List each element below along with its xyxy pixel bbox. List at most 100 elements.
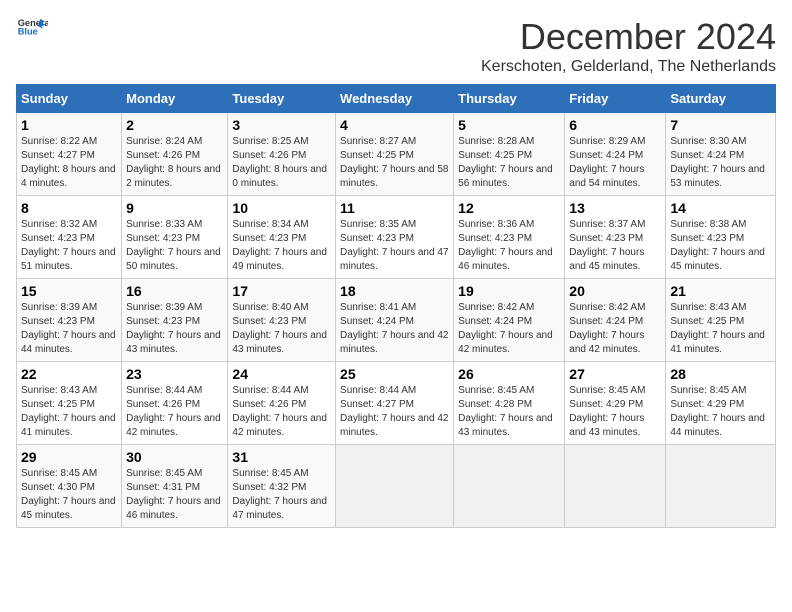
daylight-text: Daylight: 7 hours and 44 minutes. bbox=[670, 413, 765, 438]
day-number: 31 bbox=[232, 449, 331, 465]
day-number: 15 bbox=[21, 283, 117, 299]
col-saturday: Saturday bbox=[666, 85, 776, 113]
table-row: 20 Sunrise: 8:42 AM Sunset: 4:24 PM Dayl… bbox=[565, 279, 666, 362]
day-number: 23 bbox=[126, 366, 223, 382]
daylight-text: Daylight: 7 hours and 43 minutes. bbox=[458, 413, 553, 438]
table-row: 16 Sunrise: 8:39 AM Sunset: 4:23 PM Dayl… bbox=[122, 279, 228, 362]
day-number: 21 bbox=[670, 283, 771, 299]
table-row bbox=[666, 445, 776, 528]
col-tuesday: Tuesday bbox=[228, 85, 336, 113]
calendar-week-row: 8 Sunrise: 8:32 AM Sunset: 4:23 PM Dayli… bbox=[17, 196, 776, 279]
sunset-text: Sunset: 4:25 PM bbox=[340, 150, 414, 161]
col-friday: Friday bbox=[565, 85, 666, 113]
sunset-text: Sunset: 4:27 PM bbox=[21, 150, 95, 161]
table-row: 30 Sunrise: 8:45 AM Sunset: 4:31 PM Dayl… bbox=[122, 445, 228, 528]
day-info: Sunrise: 8:39 AM Sunset: 4:23 PM Dayligh… bbox=[21, 301, 117, 357]
day-info: Sunrise: 8:45 AM Sunset: 4:32 PM Dayligh… bbox=[232, 467, 331, 523]
day-number: 11 bbox=[340, 200, 449, 216]
daylight-text: Daylight: 7 hours and 47 minutes. bbox=[340, 247, 448, 272]
sunrise-text: Sunrise: 8:43 AM bbox=[21, 385, 97, 396]
day-info: Sunrise: 8:42 AM Sunset: 4:24 PM Dayligh… bbox=[569, 301, 661, 357]
daylight-text: Daylight: 7 hours and 45 minutes. bbox=[569, 247, 644, 272]
sunset-text: Sunset: 4:23 PM bbox=[340, 233, 414, 244]
sunrise-text: Sunrise: 8:45 AM bbox=[458, 385, 534, 396]
day-info: Sunrise: 8:30 AM Sunset: 4:24 PM Dayligh… bbox=[670, 135, 771, 191]
sunset-text: Sunset: 4:25 PM bbox=[21, 399, 95, 410]
daylight-text: Daylight: 7 hours and 54 minutes. bbox=[569, 164, 644, 189]
daylight-text: Daylight: 7 hours and 41 minutes. bbox=[670, 330, 765, 355]
table-row: 11 Sunrise: 8:35 AM Sunset: 4:23 PM Dayl… bbox=[336, 196, 454, 279]
sunset-text: Sunset: 4:23 PM bbox=[21, 316, 95, 327]
sunset-text: Sunset: 4:24 PM bbox=[340, 316, 414, 327]
table-row: 29 Sunrise: 8:45 AM Sunset: 4:30 PM Dayl… bbox=[17, 445, 122, 528]
sunset-text: Sunset: 4:23 PM bbox=[232, 233, 306, 244]
header-row: Sunday Monday Tuesday Wednesday Thursday… bbox=[17, 85, 776, 113]
daylight-text: Daylight: 7 hours and 41 minutes. bbox=[21, 413, 116, 438]
calendar-week-row: 1 Sunrise: 8:22 AM Sunset: 4:27 PM Dayli… bbox=[17, 113, 776, 196]
daylight-text: Daylight: 7 hours and 50 minutes. bbox=[126, 247, 221, 272]
day-number: 27 bbox=[569, 366, 661, 382]
day-info: Sunrise: 8:43 AM Sunset: 4:25 PM Dayligh… bbox=[670, 301, 771, 357]
day-number: 12 bbox=[458, 200, 560, 216]
day-info: Sunrise: 8:45 AM Sunset: 4:29 PM Dayligh… bbox=[670, 384, 771, 440]
table-row: 27 Sunrise: 8:45 AM Sunset: 4:29 PM Dayl… bbox=[565, 362, 666, 445]
day-number: 22 bbox=[21, 366, 117, 382]
sunrise-text: Sunrise: 8:45 AM bbox=[232, 468, 308, 479]
day-number: 7 bbox=[670, 117, 771, 133]
sunrise-text: Sunrise: 8:39 AM bbox=[126, 302, 202, 313]
table-row: 15 Sunrise: 8:39 AM Sunset: 4:23 PM Dayl… bbox=[17, 279, 122, 362]
day-number: 10 bbox=[232, 200, 331, 216]
day-number: 26 bbox=[458, 366, 560, 382]
daylight-text: Daylight: 7 hours and 45 minutes. bbox=[670, 247, 765, 272]
day-info: Sunrise: 8:35 AM Sunset: 4:23 PM Dayligh… bbox=[340, 218, 449, 274]
daylight-text: Daylight: 7 hours and 42 minutes. bbox=[340, 330, 448, 355]
day-info: Sunrise: 8:27 AM Sunset: 4:25 PM Dayligh… bbox=[340, 135, 449, 191]
day-info: Sunrise: 8:36 AM Sunset: 4:23 PM Dayligh… bbox=[458, 218, 560, 274]
daylight-text: Daylight: 7 hours and 43 minutes. bbox=[126, 330, 221, 355]
table-row: 25 Sunrise: 8:44 AM Sunset: 4:27 PM Dayl… bbox=[336, 362, 454, 445]
table-row: 8 Sunrise: 8:32 AM Sunset: 4:23 PM Dayli… bbox=[17, 196, 122, 279]
day-info: Sunrise: 8:44 AM Sunset: 4:27 PM Dayligh… bbox=[340, 384, 449, 440]
daylight-text: Daylight: 7 hours and 49 minutes. bbox=[232, 247, 327, 272]
sunrise-text: Sunrise: 8:35 AM bbox=[340, 219, 416, 230]
table-row: 28 Sunrise: 8:45 AM Sunset: 4:29 PM Dayl… bbox=[666, 362, 776, 445]
day-number: 29 bbox=[21, 449, 117, 465]
sunrise-text: Sunrise: 8:32 AM bbox=[21, 219, 97, 230]
sunset-text: Sunset: 4:24 PM bbox=[569, 316, 643, 327]
table-row: 9 Sunrise: 8:33 AM Sunset: 4:23 PM Dayli… bbox=[122, 196, 228, 279]
sunrise-text: Sunrise: 8:42 AM bbox=[569, 302, 645, 313]
sunrise-text: Sunrise: 8:22 AM bbox=[21, 136, 97, 147]
calendar-week-row: 15 Sunrise: 8:39 AM Sunset: 4:23 PM Dayl… bbox=[17, 279, 776, 362]
day-number: 17 bbox=[232, 283, 331, 299]
sunrise-text: Sunrise: 8:25 AM bbox=[232, 136, 308, 147]
sunset-text: Sunset: 4:28 PM bbox=[458, 399, 532, 410]
sunset-text: Sunset: 4:26 PM bbox=[232, 150, 306, 161]
sunset-text: Sunset: 4:25 PM bbox=[458, 150, 532, 161]
logo: General Blue bbox=[16, 16, 48, 36]
sunset-text: Sunset: 4:26 PM bbox=[126, 399, 200, 410]
svg-text:Blue: Blue bbox=[18, 27, 38, 36]
sunset-text: Sunset: 4:27 PM bbox=[340, 399, 414, 410]
sunset-text: Sunset: 4:23 PM bbox=[21, 233, 95, 244]
day-number: 2 bbox=[126, 117, 223, 133]
sunset-text: Sunset: 4:26 PM bbox=[232, 399, 306, 410]
sunset-text: Sunset: 4:31 PM bbox=[126, 482, 200, 493]
table-row: 19 Sunrise: 8:42 AM Sunset: 4:24 PM Dayl… bbox=[454, 279, 565, 362]
day-info: Sunrise: 8:32 AM Sunset: 4:23 PM Dayligh… bbox=[21, 218, 117, 274]
daylight-text: Daylight: 7 hours and 43 minutes. bbox=[232, 330, 327, 355]
daylight-text: Daylight: 7 hours and 44 minutes. bbox=[21, 330, 116, 355]
day-number: 19 bbox=[458, 283, 560, 299]
day-info: Sunrise: 8:33 AM Sunset: 4:23 PM Dayligh… bbox=[126, 218, 223, 274]
daylight-text: Daylight: 7 hours and 43 minutes. bbox=[569, 413, 644, 438]
sunrise-text: Sunrise: 8:27 AM bbox=[340, 136, 416, 147]
day-info: Sunrise: 8:42 AM Sunset: 4:24 PM Dayligh… bbox=[458, 301, 560, 357]
title-area: December 2024 Kerschoten, Gelderland, Th… bbox=[481, 16, 776, 76]
daylight-text: Daylight: 8 hours and 4 minutes. bbox=[21, 164, 116, 189]
daylight-text: Daylight: 7 hours and 42 minutes. bbox=[126, 413, 221, 438]
daylight-text: Daylight: 7 hours and 56 minutes. bbox=[458, 164, 553, 189]
day-info: Sunrise: 8:45 AM Sunset: 4:28 PM Dayligh… bbox=[458, 384, 560, 440]
day-info: Sunrise: 8:44 AM Sunset: 4:26 PM Dayligh… bbox=[232, 384, 331, 440]
sunset-text: Sunset: 4:23 PM bbox=[126, 233, 200, 244]
day-info: Sunrise: 8:25 AM Sunset: 4:26 PM Dayligh… bbox=[232, 135, 331, 191]
sunrise-text: Sunrise: 8:42 AM bbox=[458, 302, 534, 313]
